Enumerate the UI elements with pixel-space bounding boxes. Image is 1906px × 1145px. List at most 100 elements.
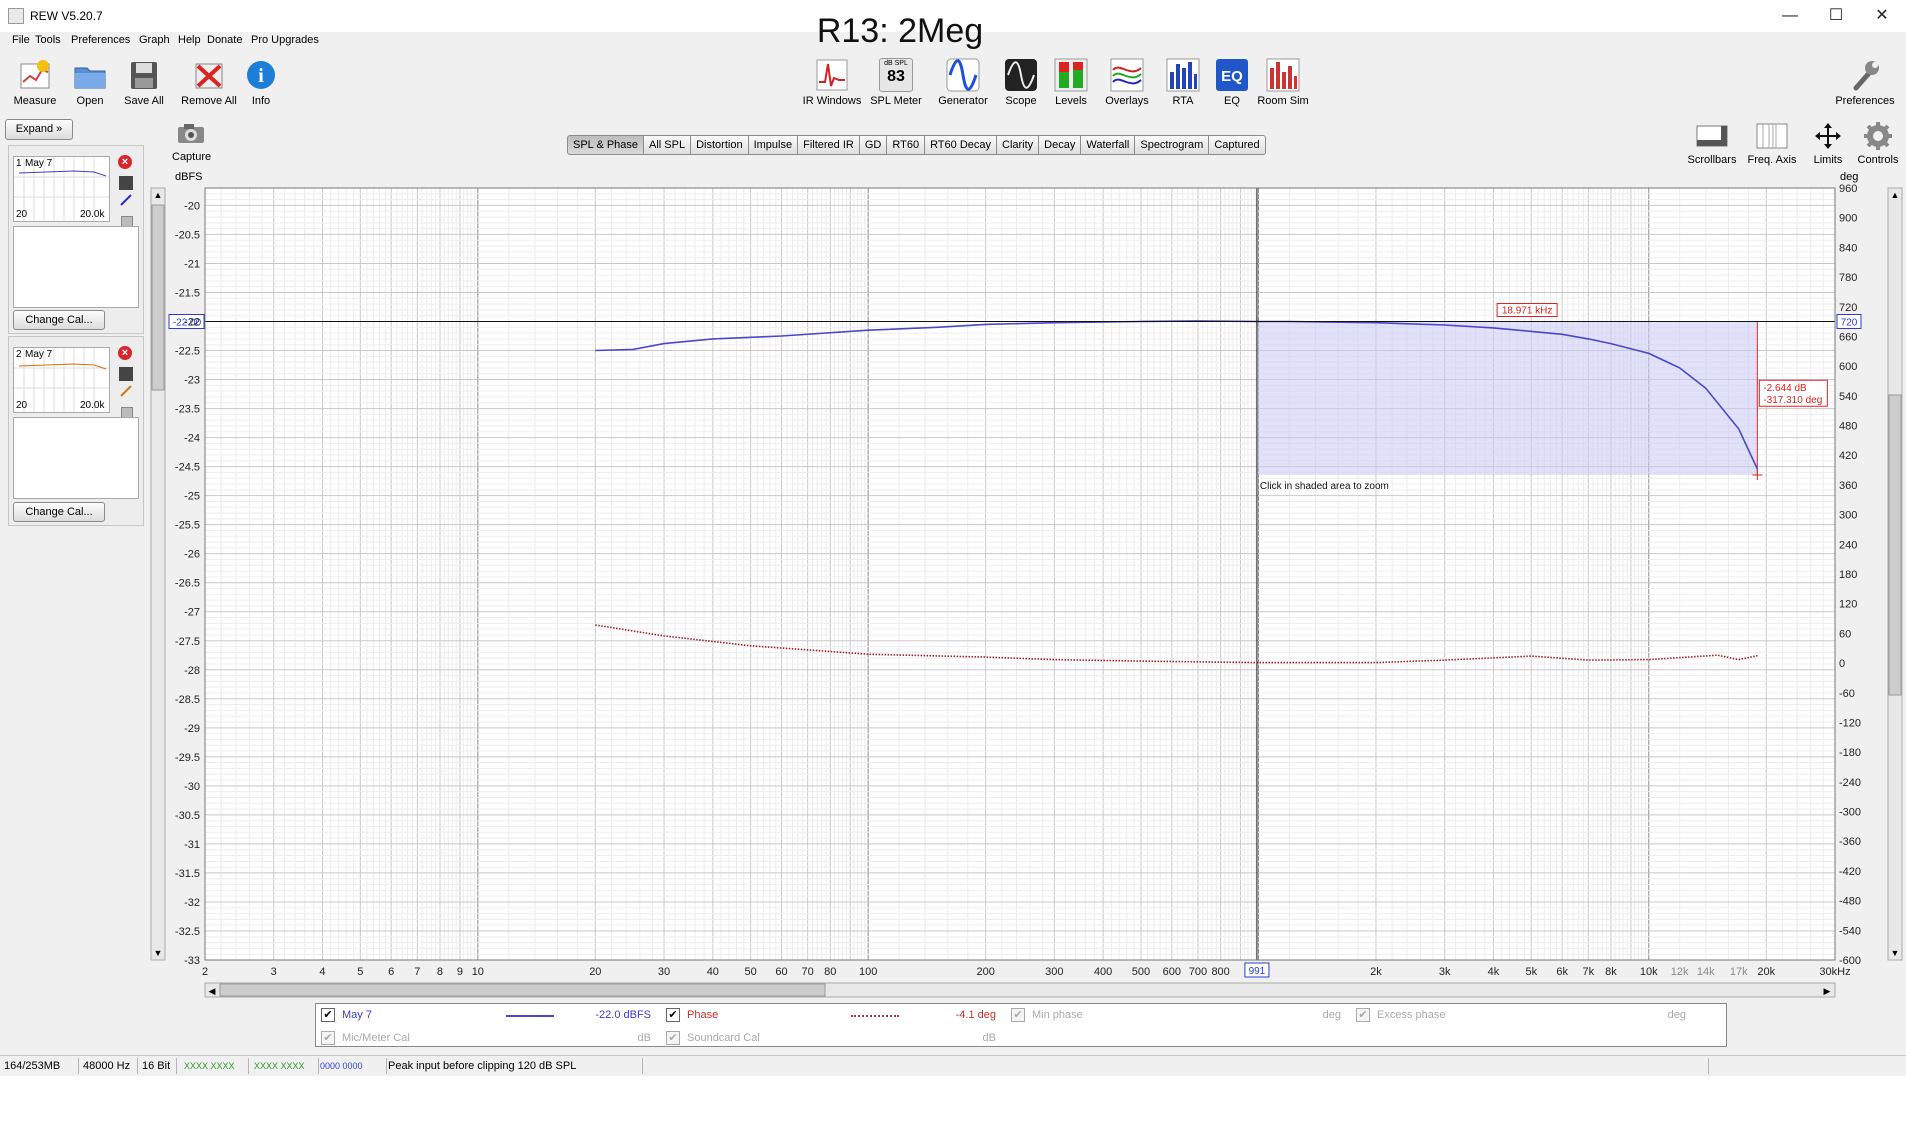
y2-tick-label: 180: [1839, 569, 1857, 581]
y2-tick-label: 420: [1839, 450, 1857, 462]
y2-tick-label: -60: [1839, 688, 1855, 700]
y2-tick-label: -420: [1839, 866, 1861, 878]
y-tick-label: -24: [184, 433, 200, 445]
x-tick-label: 200: [976, 966, 994, 978]
y-tick-label: -23: [184, 375, 200, 387]
x-tick-label: 60: [775, 966, 787, 978]
y2-tick-label: 540: [1839, 391, 1857, 403]
y-tick-label: -21: [184, 258, 200, 270]
x-tick-label: 12k: [1671, 966, 1689, 978]
scroll-up-icon[interactable]: ▲: [1891, 190, 1900, 200]
legend-checkbox[interactable]: ✔: [666, 1031, 680, 1045]
spl-phase-graph[interactable]: 18.971 kHz -2.644 dB-317.310 deg Click in …: [0, 0, 1906, 1000]
legend-label: Soundcard Cal: [687, 1032, 760, 1044]
scroll-down-icon[interactable]: ▼: [154, 948, 163, 958]
y2-tick-label: 360: [1839, 480, 1857, 492]
legend-value: deg: [1322, 1009, 1341, 1021]
y-tick-label: -24.5: [175, 462, 200, 474]
y-tick-label: -32: [184, 897, 200, 909]
y-tick-label: -30: [184, 781, 200, 793]
legend-label: Mic/Meter Cal: [342, 1032, 410, 1044]
x-tick-label: 2: [202, 966, 208, 978]
x-tick-label: 10: [472, 966, 484, 978]
scroll-up-icon[interactable]: ▲: [154, 190, 163, 200]
legend-checkbox[interactable]: ✔: [666, 1008, 680, 1022]
y-tick-label: -33: [184, 955, 200, 967]
cursor-x-readout: 991: [1249, 966, 1266, 977]
x-tick-label: 400: [1094, 966, 1112, 978]
y-tick-label: -25.5: [175, 520, 200, 532]
zoom-shaded-area[interactable]: [1256, 321, 1758, 475]
x-tick-label: 8: [437, 966, 443, 978]
y2-tick-label: 780: [1839, 272, 1857, 284]
y-tick-label: -31.5: [175, 868, 200, 880]
left-scrollbar-thumb[interactable]: [151, 204, 165, 391]
x-tick-label: 9: [457, 966, 463, 978]
x-tick-label: 4: [319, 966, 325, 978]
x-tick-label: 17k: [1730, 966, 1748, 978]
y2-tick-label: 300: [1839, 510, 1857, 522]
cursor-y2-readout: 720: [1841, 318, 1858, 329]
empty-area: [0, 1076, 1906, 1145]
y-tick-label: -29: [184, 723, 200, 735]
legend-line-sample: [851, 1015, 899, 1017]
y-tick-label: -20: [184, 200, 200, 212]
scroll-right-icon[interactable]: ▶: [1824, 986, 1831, 996]
y-tick-label: -28.5: [175, 694, 200, 706]
x-tick-label: 30: [658, 966, 670, 978]
right-scrollbar-thumb[interactable]: [1888, 394, 1902, 696]
x-tick-label: 80: [824, 966, 836, 978]
y2-tick-label: 60: [1839, 628, 1851, 640]
y-tick-label: -21.5: [175, 287, 200, 299]
y-tick-label: -27.5: [175, 636, 200, 648]
x-tick-label: 800: [1211, 966, 1229, 978]
y2-tick-label: 0: [1839, 658, 1845, 670]
y-tick-label: -26.5: [175, 578, 200, 590]
scroll-down-icon[interactable]: ▼: [1891, 948, 1900, 958]
status-bit-depth: 16 Bit: [138, 1058, 177, 1074]
x-tick-label: 700: [1189, 966, 1207, 978]
x-tick-label: 5k: [1525, 966, 1537, 978]
x-tick-label: 20: [589, 966, 601, 978]
y2-tick-label: 240: [1839, 539, 1857, 551]
y-tick-label: -29.5: [175, 752, 200, 764]
legend-checkbox[interactable]: ✔: [1356, 1008, 1370, 1022]
y2-tick-label: 960: [1839, 183, 1857, 195]
x-tick-label: 50: [745, 966, 757, 978]
status-divider: [1700, 1058, 1709, 1074]
y-tick-label: -22.5: [175, 346, 200, 358]
y2-tick-label: -480: [1839, 896, 1861, 908]
y2-tick-label: 720: [1839, 302, 1857, 314]
x-tick-label: 6: [388, 966, 394, 978]
x-tick-label: 30kHz: [1819, 966, 1850, 978]
zoom-db-label: -2.644 dB: [1763, 383, 1807, 394]
y2-tick-label: 120: [1839, 599, 1857, 611]
zoom-hint-text: Click in shaded area to zoom: [1260, 481, 1389, 492]
zoom-deg-label: -317.310 deg: [1763, 395, 1822, 406]
status-memory: 164/253MB: [0, 1058, 79, 1074]
y-tick-label: -20.5: [175, 229, 200, 241]
y2-tick-label: 600: [1839, 361, 1857, 373]
legend-checkbox[interactable]: ✔: [321, 1031, 335, 1045]
y-tick-label: -31: [184, 839, 200, 851]
legend-label: Phase: [687, 1009, 719, 1021]
legend-checkbox[interactable]: ✔: [1011, 1008, 1025, 1022]
x-tick-label: 600: [1163, 966, 1181, 978]
y2-tick-label: -300: [1839, 807, 1861, 819]
x-tick-label: 3k: [1439, 966, 1451, 978]
x-tick-label: 14k: [1697, 966, 1715, 978]
legend-value: -4.1 deg: [955, 1009, 996, 1021]
y-tick-label: -26: [184, 549, 200, 561]
legend-checkbox[interactable]: ✔: [321, 1008, 335, 1022]
horizontal-scrollbar-thumb[interactable]: [219, 983, 826, 997]
y2-tick-label: 660: [1839, 331, 1857, 343]
legend-value: deg: [1667, 1009, 1686, 1021]
x-tick-label: 20k: [1757, 966, 1775, 978]
scroll-left-icon[interactable]: ◀: [209, 986, 216, 996]
legend-label: May 7: [342, 1009, 372, 1021]
y2-tick-label: -180: [1839, 747, 1861, 759]
x-tick-label: 100: [859, 966, 877, 978]
status-meter-2: XXXX XXXX: [250, 1058, 319, 1074]
y-tick-label: -28: [184, 665, 200, 677]
y-tick-label: -27: [184, 607, 200, 619]
